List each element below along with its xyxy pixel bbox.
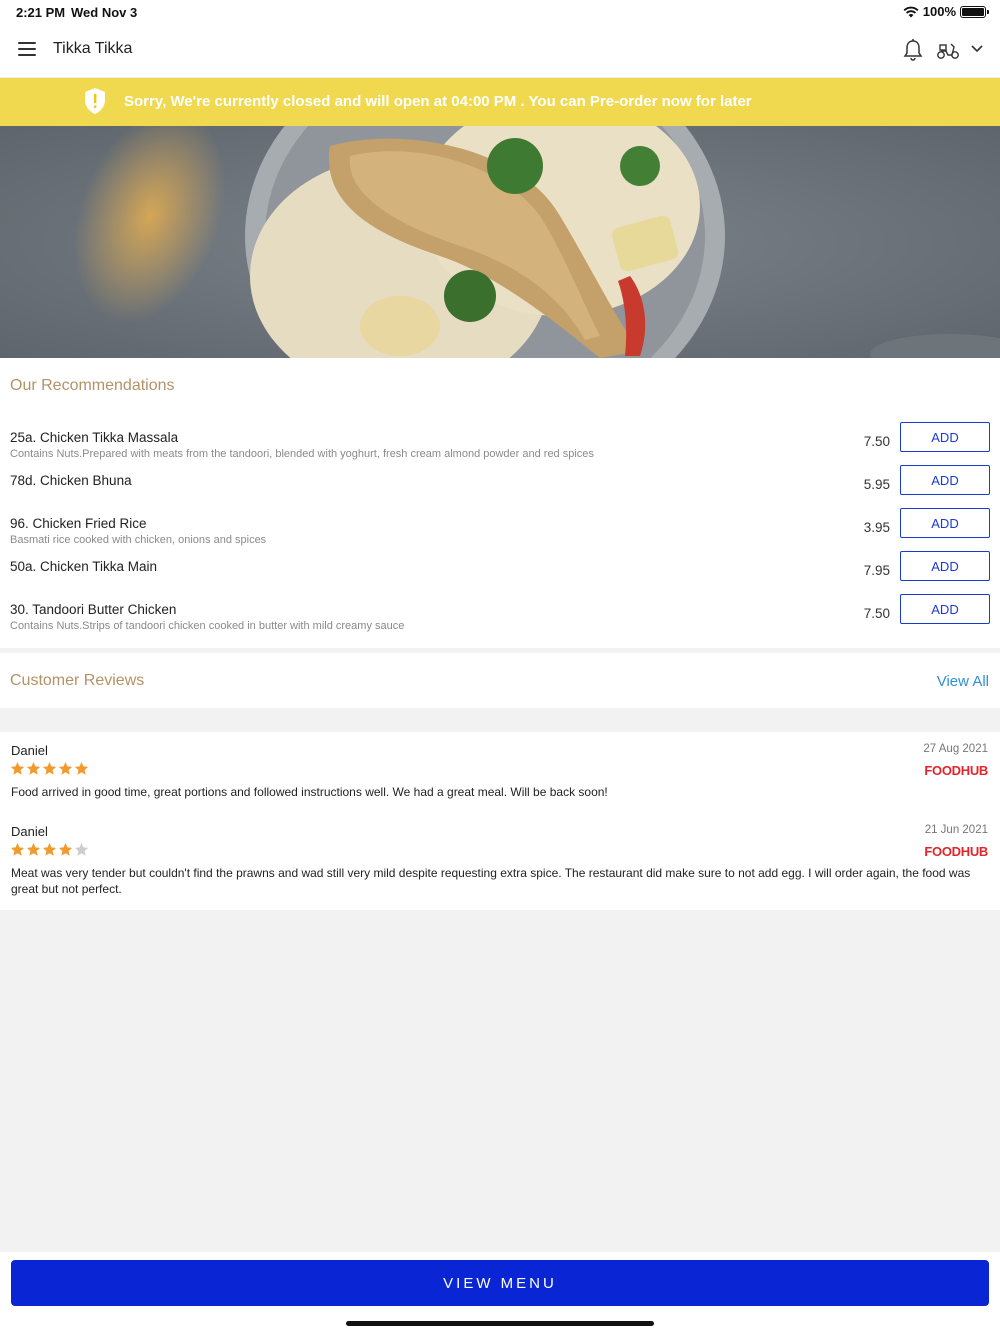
- item-description: Contains Nuts.Strips of tandoori chicken…: [10, 620, 405, 632]
- star-filled-icon: [58, 761, 73, 775]
- star-rating: [10, 761, 89, 776]
- item-price: 7.50: [863, 606, 890, 621]
- review-text: Meat was very tender but couldn't find t…: [11, 866, 971, 896]
- item-price: 7.95: [863, 563, 890, 578]
- star-filled-icon: [26, 761, 41, 775]
- shield-alert-icon: [85, 88, 105, 114]
- home-indicator[interactable]: [346, 1321, 654, 1326]
- view-all-link[interactable]: View All: [937, 673, 989, 690]
- footer-bar: VIEW MENU: [0, 1252, 1000, 1334]
- status-date: Wed Nov 3: [71, 5, 138, 20]
- status-bar: 2:21 PM Wed Nov 3 100%: [0, 0, 1000, 24]
- menu-icon[interactable]: [18, 42, 36, 56]
- review-date: 21 Jun 2021: [924, 824, 988, 836]
- foodhub-logo: FOODHUB: [924, 844, 988, 859]
- app-header: Tikka Tikka: [0, 24, 1000, 78]
- recommendations-section: Our Recommendations 25a. Chicken Tikka M…: [0, 358, 1000, 648]
- scooter-icon[interactable]: [936, 40, 960, 60]
- add-button[interactable]: ADD: [900, 551, 990, 581]
- star-filled-icon: [10, 842, 25, 856]
- menu-item: 96. Chicken Fried Rice Basmati rice cook…: [0, 508, 1000, 559]
- menu-item: 30. Tandoori Butter Chicken Contains Nut…: [0, 594, 1000, 645]
- hero-food-illustration: [0, 126, 1000, 358]
- reviews-header: Customer Reviews View All: [0, 653, 1000, 708]
- star-filled-icon: [74, 761, 89, 775]
- view-menu-button[interactable]: VIEW MENU: [11, 1260, 989, 1306]
- item-name: 78d. Chicken Bhuna: [10, 473, 132, 488]
- add-button[interactable]: ADD: [900, 594, 990, 624]
- restaurant-title: Tikka Tikka: [53, 40, 133, 57]
- battery-icon: [960, 5, 989, 18]
- menu-item: 50a. Chicken Tikka Main 7.95 ADD: [0, 551, 1000, 602]
- add-button[interactable]: ADD: [900, 508, 990, 538]
- item-name: 50a. Chicken Tikka Main: [10, 559, 158, 574]
- reviewer-name: Daniel: [11, 824, 48, 839]
- star-empty-icon: [74, 842, 89, 856]
- bell-icon[interactable]: [902, 38, 924, 62]
- menu-item: 78d. Chicken Bhuna 5.95 ADD: [0, 465, 1000, 516]
- item-name: 96. Chicken Fried Rice: [10, 516, 147, 531]
- item-description: Basmati rice cooked with chicken, onions…: [10, 534, 267, 546]
- item-price: 3.95: [863, 520, 890, 535]
- star-filled-icon: [26, 842, 41, 856]
- status-time: 2:21 PM: [16, 5, 66, 20]
- wifi-icon: [903, 6, 919, 17]
- reviews-title: Customer Reviews: [10, 672, 145, 689]
- add-button[interactable]: ADD: [900, 465, 990, 495]
- item-description: Contains Nuts.Prepared with meats from t…: [10, 448, 594, 460]
- star-filled-icon: [42, 842, 57, 856]
- item-name: 25a. Chicken Tikka Massala: [10, 430, 179, 445]
- battery-percent: 100%: [922, 4, 956, 19]
- add-button[interactable]: ADD: [900, 422, 990, 452]
- item-price: 5.95: [863, 477, 890, 492]
- recommendations-title: Our Recommendations: [10, 377, 175, 394]
- foodhub-logo: FOODHUB: [924, 763, 988, 778]
- review-text: Food arrived in good time, great portion…: [11, 785, 608, 799]
- star-filled-icon: [10, 761, 25, 775]
- item-name: 30. Tandoori Butter Chicken: [10, 602, 177, 617]
- reviewer-name: Daniel: [11, 743, 48, 758]
- hero-image: [0, 126, 1000, 358]
- item-price: 7.50: [863, 434, 890, 449]
- menu-item: 25a. Chicken Tikka Massala Contains Nuts…: [0, 422, 1000, 473]
- star-filled-icon: [58, 842, 73, 856]
- status-right: 100%: [903, 4, 989, 19]
- review-date: 27 Aug 2021: [923, 743, 988, 755]
- closed-banner-text: Sorry, We're currently closed and will o…: [124, 93, 752, 110]
- star-filled-icon: [42, 761, 57, 775]
- reviews-list: Daniel 27 Aug 2021 FOODHUB Food arrived …: [0, 732, 1000, 910]
- star-rating: [10, 842, 89, 857]
- chevron-down-icon[interactable]: [970, 42, 984, 56]
- closed-banner: Sorry, We're currently closed and will o…: [0, 78, 1000, 126]
